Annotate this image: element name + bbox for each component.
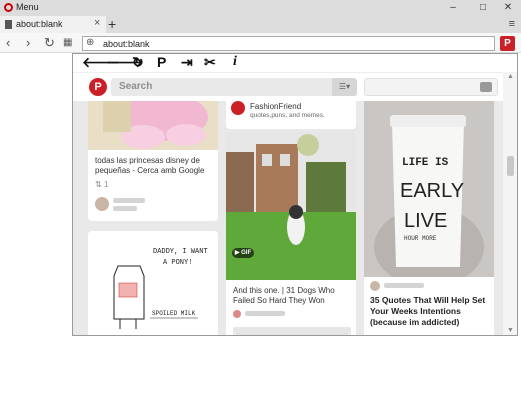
window-titlebar: Menu – □ ✕ [0, 0, 521, 16]
cup-text-2: EARLY [400, 180, 464, 202]
notifications-box[interactable] [364, 78, 498, 96]
search-filter-icon[interactable]: ☰▾ [332, 78, 357, 96]
board-description: quotes,puns, and memes. [250, 112, 325, 119]
sketch-text-1: DADDY, I WANT [153, 248, 208, 256]
pinner-avatar [95, 197, 109, 211]
pinner-name [384, 283, 424, 288]
comment-area [233, 327, 351, 335]
pinner-name [113, 198, 145, 203]
spoiled-milk-sketch: DADDY, I WANT A PONY! SPOILED MILK [88, 231, 218, 335]
sketch-text-2: A PONY! [163, 259, 192, 267]
pinner-avatar [370, 281, 380, 291]
globe-icon: ⊕ [86, 37, 95, 48]
pinterest-icon[interactable]: P [157, 54, 166, 70]
pinner-name [245, 311, 285, 316]
popup-toolbar: 🡐 🡒 ↻ P ⇥ ✂ i [73, 54, 517, 71]
tools-icon[interactable]: ✂ [204, 54, 216, 71]
tab-menu-icon[interactable]: ≡ [509, 18, 515, 30]
refresh-icon[interactable]: ↻ [132, 54, 144, 71]
menu-label[interactable]: Menu [16, 2, 39, 12]
pinterest-logo-icon[interactable]: P [89, 78, 107, 96]
scroll-up-icon[interactable]: ▲ [507, 73, 514, 80]
speed-dial-icon[interactable]: ▦ [63, 37, 72, 48]
cup-text-3: LIVE [404, 210, 447, 232]
maximize-icon[interactable]: □ [470, 0, 496, 16]
pinterest-extension-button[interactable]: P [500, 36, 515, 51]
scroll-thumb[interactable] [507, 156, 514, 176]
repin-count: ⇅ 1 [95, 180, 109, 189]
url-text[interactable]: about:blank [103, 39, 150, 49]
search-bar[interactable]: Search ☰▾ [111, 78, 357, 96]
tab-about-blank[interactable]: about:blank × [0, 16, 106, 33]
navigation-bar: ‹ › ↻ ▦ ⊕ about:blank P [0, 33, 521, 53]
pin-feed: todas las princesas disney de pequeñas -… [73, 101, 503, 335]
info-icon[interactable]: i [233, 54, 237, 70]
tab-bar: about:blank × + ≡ [0, 16, 521, 33]
board-avatar [231, 101, 245, 115]
scroll-down-icon[interactable]: ▼ [507, 327, 514, 334]
pin-card-coffee-quote[interactable]: LIFE IS EARLY LIVE HOUR MORE 35 Quotes T… [364, 101, 494, 335]
pinterest-header: P Search ☰▾ [73, 72, 503, 100]
pin-card-princesses[interactable]: todas las princesas disney de pequeñas -… [88, 101, 218, 221]
pinner-board [113, 206, 137, 211]
princess-image [88, 101, 218, 150]
extension-popup: 🡐 🡒 ↻ P ⇥ ✂ i P Search ☰▾ todas las prin… [72, 53, 518, 336]
cup-text-4: HOUR MORE [404, 235, 437, 242]
reload-icon[interactable]: ↻ [44, 35, 55, 51]
popup-scrollbar[interactable]: ▲ ▼ [503, 72, 517, 335]
search-input[interactable]: Search [119, 81, 152, 92]
cup-text-1: LIFE IS [402, 157, 449, 169]
minimize-icon[interactable]: – [440, 0, 466, 16]
opera-logo-icon[interactable] [4, 3, 13, 12]
tab-close-icon[interactable]: × [94, 17, 100, 29]
logout-icon[interactable]: ⇥ [181, 54, 193, 71]
pin-title: 35 Quotes That Will Help Set Your Weeks … [370, 295, 486, 327]
pin-card-fashionfriend-top[interactable]: FashionFriend quotes,puns, and memes. [226, 101, 356, 129]
gif-label: GIF [241, 250, 252, 256]
gif-badge: ▶ GIF [232, 248, 254, 258]
pin-card-dog[interactable]: ▶ GIF And this one. | 31 Dogs Who Failed… [226, 132, 356, 335]
coffee-cup-photo: LIFE IS EARLY LIVE HOUR MORE [364, 101, 494, 277]
forward-icon[interactable]: › [26, 35, 30, 50]
back-icon[interactable]: ‹ [6, 35, 10, 50]
messages-icon[interactable] [480, 82, 492, 92]
tab-title: about:blank [16, 19, 63, 29]
address-bar[interactable]: ⊕ about:blank [82, 36, 495, 51]
close-window-icon[interactable]: ✕ [495, 0, 521, 16]
repin-value: 1 [103, 180, 109, 189]
pinner-avatar [233, 310, 241, 318]
pin-caption: todas las princesas disney de pequeñas -… [95, 156, 205, 175]
pin-caption: And this one. | 31 Dogs Who Failed So Ha… [233, 286, 335, 305]
page-icon [5, 20, 12, 29]
pin-card-spoiled-milk[interactable]: DADDY, I WANT A PONY! SPOILED MILK [88, 231, 218, 335]
sketch-text-3: SPOILED MILK [152, 310, 196, 317]
new-tab-button[interactable]: + [108, 16, 116, 32]
